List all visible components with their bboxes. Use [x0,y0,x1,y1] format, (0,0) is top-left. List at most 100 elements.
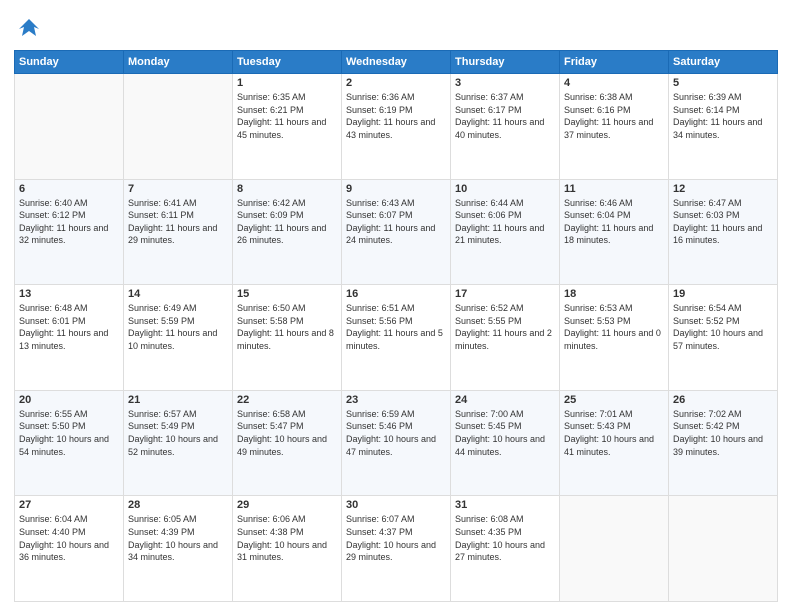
day-of-week-header: Monday [124,51,233,74]
calendar-week-row: 13Sunrise: 6:48 AM Sunset: 6:01 PM Dayli… [15,285,778,391]
day-number: 21 [128,394,228,406]
day-number: 20 [19,394,119,406]
day-number: 30 [346,499,446,511]
day-number: 11 [564,183,664,195]
day-info: Sunrise: 6:53 AM Sunset: 5:53 PM Dayligh… [564,302,664,352]
day-info: Sunrise: 6:36 AM Sunset: 6:19 PM Dayligh… [346,91,446,141]
calendar-day-cell: 14 Sunrise: 6:49 AM Sunset: 5:59 PM Dayli… [124,285,233,391]
day-info: Sunrise: 6:55 AM Sunset: 5:50 PM Dayligh… [19,408,119,458]
day-info: Sunrise: 6:39 AM Sunset: 6:14 PM Dayligh… [673,91,773,141]
day-number: 31 [455,499,555,511]
day-info: Sunrise: 6:54 AM Sunset: 5:52 PM Dayligh… [673,302,773,352]
day-number: 8 [237,183,337,195]
day-info: Sunrise: 6:07 AM Sunset: 4:37 PM Dayligh… [346,513,446,563]
calendar-week-row: 20 Sunrise: 6:55 AM Sunset: 5:50 PM Dayli… [15,390,778,496]
day-number: 28 [128,499,228,511]
day-info: Sunrise: 6:58 AM Sunset: 5:47 PM Dayligh… [237,408,337,458]
day-of-week-header: Saturday [669,51,778,74]
day-of-week-header: Thursday [451,51,560,74]
day-info: Sunrise: 6:08 AM Sunset: 4:35 PM Dayligh… [455,513,555,563]
calendar-day-cell: 25 Sunrise: 7:01 AM Sunset: 5:43 PM Dayli… [560,390,669,496]
day-info: Sunrise: 6:59 AM Sunset: 5:46 PM Dayligh… [346,408,446,458]
calendar-day-cell: 4 Sunrise: 6:38 AM Sunset: 6:16 PM Daylig… [560,74,669,180]
day-number: 17 [455,288,555,300]
calendar-day-cell: 15 Sunrise: 6:50 AM Sunset: 5:58 PM Dayli… [233,285,342,391]
calendar-day-cell: 18 Sunrise: 6:53 AM Sunset: 5:53 PM Dayli… [560,285,669,391]
day-number: 15 [237,288,337,300]
calendar-week-row: 27Sunrise: 6:04 AM Sunset: 4:40 PM Dayli… [15,496,778,602]
day-number: 10 [455,183,555,195]
calendar-day-cell: 23 Sunrise: 6:59 AM Sunset: 5:46 PM Dayli… [342,390,451,496]
day-number: 23 [346,394,446,406]
calendar-day-cell: 11 Sunrise: 6:46 AM Sunset: 6:04 PM Dayli… [560,179,669,285]
calendar-week-row: 1 Sunrise: 6:35 AM Sunset: 6:21 PM Daylig… [15,74,778,180]
day-number: 27 [19,499,119,511]
day-number: 12 [673,183,773,195]
calendar-day-cell: 20 Sunrise: 6:55 AM Sunset: 5:50 PM Dayli… [15,390,124,496]
calendar-day-cell [669,496,778,602]
calendar-day-cell: 28Sunrise: 6:05 AM Sunset: 4:39 PM Dayli… [124,496,233,602]
calendar-day-cell: 27Sunrise: 6:04 AM Sunset: 4:40 PM Dayli… [15,496,124,602]
day-number: 19 [673,288,773,300]
calendar-day-cell: 31 Sunrise: 6:08 AM Sunset: 4:35 PM Dayli… [451,496,560,602]
day-number: 5 [673,77,773,89]
calendar-table: SundayMondayTuesdayWednesdayThursdayFrid… [14,50,778,602]
day-number: 3 [455,77,555,89]
calendar-day-cell [124,74,233,180]
calendar-day-cell: 9 Sunrise: 6:43 AM Sunset: 6:07 PM Daylig… [342,179,451,285]
calendar-day-cell: 1 Sunrise: 6:35 AM Sunset: 6:21 PM Daylig… [233,74,342,180]
calendar-header-row: SundayMondayTuesdayWednesdayThursdayFrid… [15,51,778,74]
day-number: 4 [564,77,664,89]
calendar-day-cell: 24 Sunrise: 7:00 AM Sunset: 5:45 PM Dayli… [451,390,560,496]
calendar-day-cell: 26Sunrise: 7:02 AM Sunset: 5:42 PM Dayli… [669,390,778,496]
day-of-week-header: Friday [560,51,669,74]
day-info: Sunrise: 6:40 AM Sunset: 6:12 PM Dayligh… [19,197,119,247]
day-number: 14 [128,288,228,300]
day-info: Sunrise: 6:47 AM Sunset: 6:03 PM Dayligh… [673,197,773,247]
day-of-week-header: Sunday [15,51,124,74]
day-info: Sunrise: 6:43 AM Sunset: 6:07 PM Dayligh… [346,197,446,247]
logo-icon [14,14,44,44]
day-info: Sunrise: 7:01 AM Sunset: 5:43 PM Dayligh… [564,408,664,458]
day-info: Sunrise: 6:35 AM Sunset: 6:21 PM Dayligh… [237,91,337,141]
day-info: Sunrise: 6:42 AM Sunset: 6:09 PM Dayligh… [237,197,337,247]
day-info: Sunrise: 6:49 AM Sunset: 5:59 PM Dayligh… [128,302,228,352]
day-info: Sunrise: 6:46 AM Sunset: 6:04 PM Dayligh… [564,197,664,247]
day-number: 2 [346,77,446,89]
calendar-day-cell: 17 Sunrise: 6:52 AM Sunset: 5:55 PM Dayli… [451,285,560,391]
calendar-day-cell [15,74,124,180]
logo [14,14,48,44]
day-number: 1 [237,77,337,89]
calendar-day-cell: 3 Sunrise: 6:37 AM Sunset: 6:17 PM Daylig… [451,74,560,180]
calendar-day-cell: 16Sunrise: 6:51 AM Sunset: 5:56 PM Dayli… [342,285,451,391]
day-info: Sunrise: 6:52 AM Sunset: 5:55 PM Dayligh… [455,302,555,352]
day-info: Sunrise: 6:48 AM Sunset: 6:01 PM Dayligh… [19,302,119,352]
calendar-day-cell: 21 Sunrise: 6:57 AM Sunset: 5:49 PM Dayli… [124,390,233,496]
day-number: 6 [19,183,119,195]
day-of-week-header: Wednesday [342,51,451,74]
page: SundayMondayTuesdayWednesdayThursdayFrid… [0,0,792,612]
day-info: Sunrise: 6:38 AM Sunset: 6:16 PM Dayligh… [564,91,664,141]
calendar-day-cell: 8 Sunrise: 6:42 AM Sunset: 6:09 PM Daylig… [233,179,342,285]
day-info: Sunrise: 6:50 AM Sunset: 5:58 PM Dayligh… [237,302,337,352]
day-number: 7 [128,183,228,195]
day-info: Sunrise: 6:57 AM Sunset: 5:49 PM Dayligh… [128,408,228,458]
day-number: 26 [673,394,773,406]
day-number: 22 [237,394,337,406]
calendar-day-cell: 2 Sunrise: 6:36 AM Sunset: 6:19 PM Daylig… [342,74,451,180]
day-info: Sunrise: 7:00 AM Sunset: 5:45 PM Dayligh… [455,408,555,458]
day-number: 25 [564,394,664,406]
day-number: 24 [455,394,555,406]
day-number: 9 [346,183,446,195]
day-info: Sunrise: 6:41 AM Sunset: 6:11 PM Dayligh… [128,197,228,247]
day-of-week-header: Tuesday [233,51,342,74]
day-number: 18 [564,288,664,300]
calendar-day-cell: 19 Sunrise: 6:54 AM Sunset: 5:52 PM Dayli… [669,285,778,391]
calendar-day-cell: 12 Sunrise: 6:47 AM Sunset: 6:03 PM Dayli… [669,179,778,285]
day-info: Sunrise: 6:37 AM Sunset: 6:17 PM Dayligh… [455,91,555,141]
header [14,10,778,44]
day-info: Sunrise: 6:51 AM Sunset: 5:56 PM Dayligh… [346,302,446,352]
calendar-day-cell: 7 Sunrise: 6:41 AM Sunset: 6:11 PM Daylig… [124,179,233,285]
calendar-day-cell: 22 Sunrise: 6:58 AM Sunset: 5:47 PM Dayli… [233,390,342,496]
day-number: 29 [237,499,337,511]
